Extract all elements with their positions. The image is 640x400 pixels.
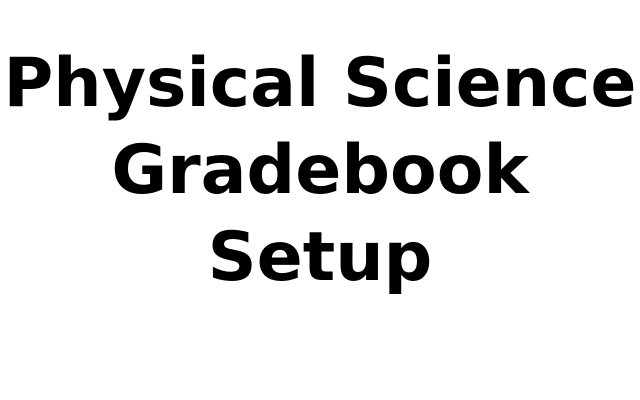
title-line-3: Setup: [207, 218, 433, 297]
title-line-2: Gradebook: [111, 131, 529, 210]
title-slide: Physical Science Gradebook Setup: [0, 0, 640, 400]
title-line-1: Physical Science: [3, 44, 637, 123]
page-title: Physical Science Gradebook Setup: [0, 40, 640, 301]
